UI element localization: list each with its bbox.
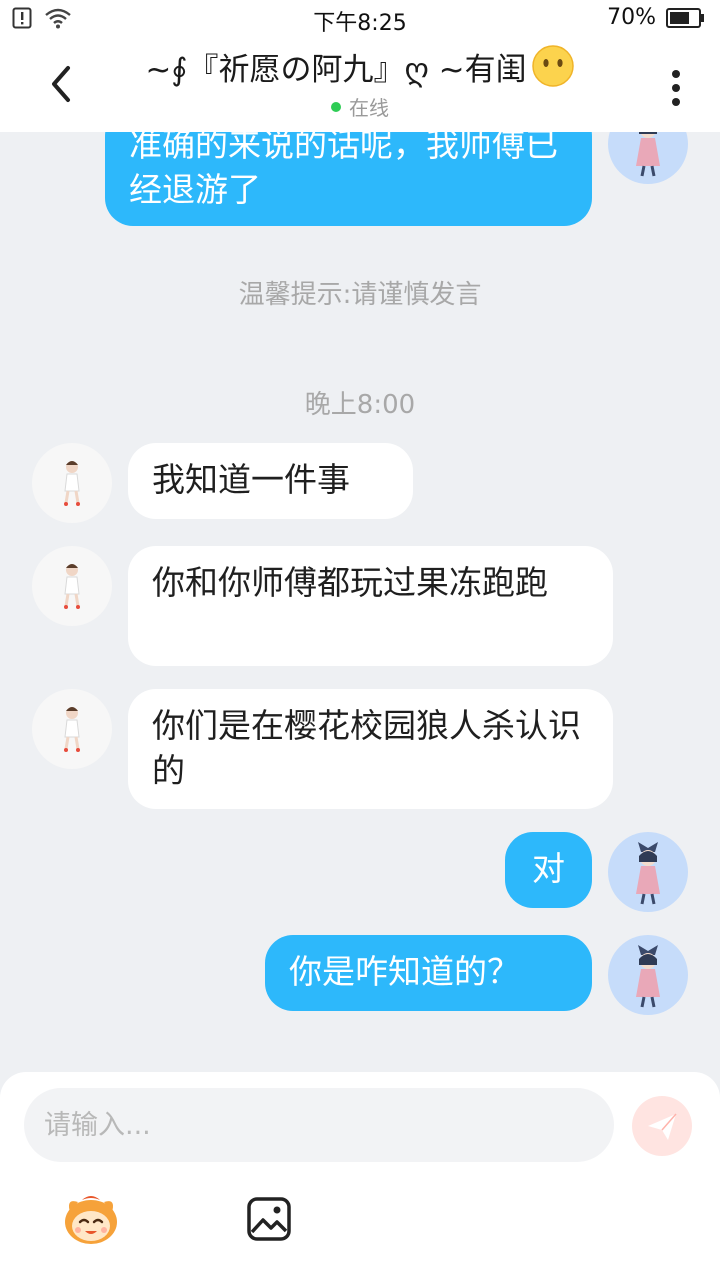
message-timestamp: 晚上8:00 — [304, 390, 416, 420]
status-bar: 下午8:25 70% — [0, 0, 720, 36]
contact-name-text: ~∮『祈愿の阿九』ღ ~有闺 — [145, 52, 527, 88]
input-panel — [0, 1072, 720, 1280]
emoji-button[interactable] — [60, 1192, 122, 1246]
battery-icon — [666, 7, 704, 28]
emoji-mascot-icon — [65, 1196, 117, 1244]
online-status-text: 在线 — [349, 96, 389, 120]
contact-name: ~∮『祈愿の阿九』ღ ~有闺 — [110, 44, 610, 89]
message-bubble-incoming[interactable]: 你和你师傅都玩过果冻跑跑 — [128, 546, 613, 666]
contact-avatar[interactable] — [32, 689, 112, 769]
contact-avatar[interactable] — [32, 546, 112, 626]
contact-avatar-icon — [64, 564, 80, 609]
system-tip: 温馨提示:请谨慎发言 — [238, 280, 482, 310]
online-status: 在线 — [0, 92, 720, 121]
send-button[interactable] — [632, 1096, 692, 1156]
contact-avatar[interactable] — [32, 443, 112, 523]
image-button[interactable] — [246, 1196, 292, 1242]
my-avatar-icon — [636, 842, 660, 905]
more-options-button[interactable] — [662, 66, 690, 110]
message-bubble-outgoing[interactable]: 你是咋知道的？ — [265, 935, 592, 1011]
send-icon — [648, 1113, 677, 1140]
status-icons-right: 70% — [607, 5, 706, 30]
my-avatar[interactable] — [608, 935, 688, 1015]
message-bubble-incoming[interactable]: 我知道一件事 — [128, 443, 413, 519]
contact-avatar-icon — [64, 707, 80, 752]
image-icon — [247, 1197, 291, 1241]
battery-percent: 70% — [607, 5, 656, 30]
chat-messages[interactable]: 准确的来说的话呢，我师傅已经退游了 温馨提示:请谨慎发言 晚上8:00 我知道一… — [0, 132, 720, 1072]
my-avatar-icon — [636, 945, 660, 1008]
online-dot — [331, 102, 341, 112]
more-vertical-icon — [672, 70, 680, 106]
my-avatar[interactable] — [608, 832, 688, 912]
my-avatar[interactable] — [608, 132, 688, 184]
message-input[interactable] — [24, 1088, 614, 1162]
chat-header: ~∮『祈愿の阿九』ღ ~有闺 在线 — [0, 36, 720, 132]
message-bubble-incoming[interactable]: 你们是在樱花校园狼人杀认识的 — [128, 689, 613, 809]
contact-avatar-icon — [64, 461, 80, 506]
message-bubble-outgoing[interactable]: 准确的来说的话呢，我师傅已经退游了 — [105, 132, 592, 226]
message-bubble-outgoing[interactable]: 对 — [505, 832, 592, 908]
neutral-face-emoji-icon — [531, 45, 574, 87]
my-avatar-icon — [636, 132, 660, 177]
